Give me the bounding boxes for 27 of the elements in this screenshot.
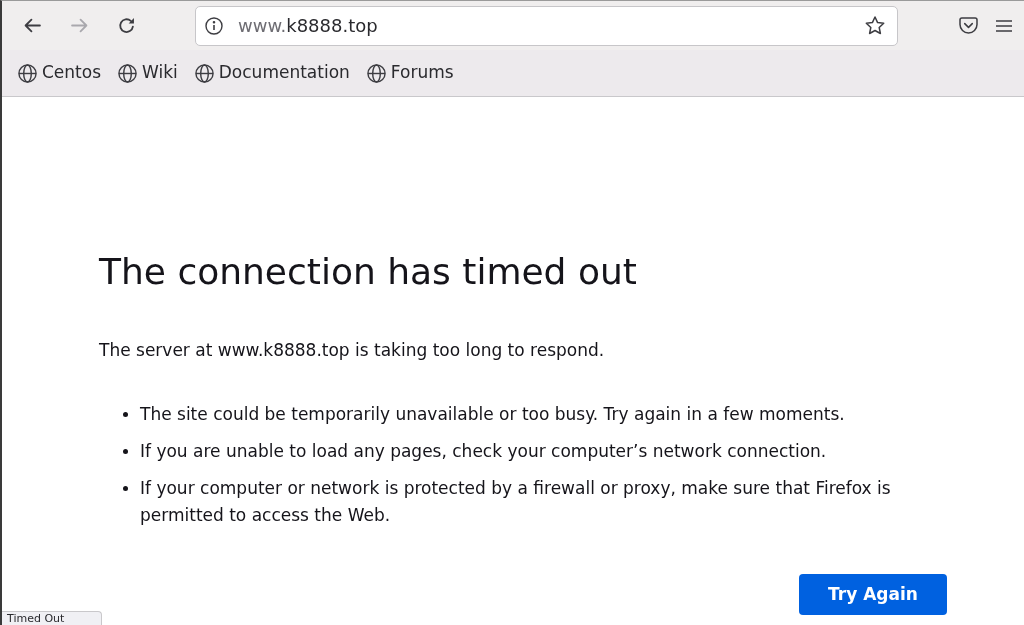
back-arrow-icon bbox=[23, 18, 41, 33]
forward-arrow-icon bbox=[70, 18, 88, 33]
bullet-text: If you are unable to load any pages, check your computer’s network connection. bbox=[140, 440, 828, 463]
info-icon bbox=[205, 16, 223, 35]
bullet-text: If your computer or network is protected by a firewall or proxy, make sure that Firefox is permitted to access the Web. bbox=[140, 477, 892, 527]
bookmark-item[interactable]: Centos bbox=[16, 58, 104, 88]
pocket-icon bbox=[958, 17, 978, 34]
bullet-icon bbox=[123, 449, 128, 454]
try-again-button[interactable]: Try Again bbox=[799, 574, 947, 615]
url-text: www.k8888.top bbox=[238, 14, 378, 38]
bookmark-item[interactable]: Forums bbox=[364, 58, 456, 88]
bullet-icon bbox=[123, 486, 128, 491]
error-description: The server at www.k8888.top is taking too long to respond. bbox=[99, 339, 606, 362]
error-title: The connection has timed out bbox=[99, 250, 638, 294]
bookmark-item[interactable]: Documentation bbox=[192, 58, 352, 88]
bullet-text: The site could be temporarily unavailable or too busy. Try again in a few moments. bbox=[140, 403, 846, 426]
star-icon bbox=[865, 16, 885, 35]
globe-icon bbox=[194, 63, 214, 83]
bookmark-item[interactable]: Wiki bbox=[116, 58, 180, 88]
globe-icon bbox=[18, 63, 37, 83]
globe-icon bbox=[118, 63, 138, 83]
globe-icon bbox=[366, 63, 386, 83]
status-panel: Timed Out bbox=[2, 611, 102, 625]
address-bar[interactable]: www.k8888.top bbox=[195, 5, 898, 46]
reload-icon bbox=[117, 17, 135, 34]
bullet-icon bbox=[123, 412, 128, 417]
menu-icon bbox=[996, 19, 1012, 32]
